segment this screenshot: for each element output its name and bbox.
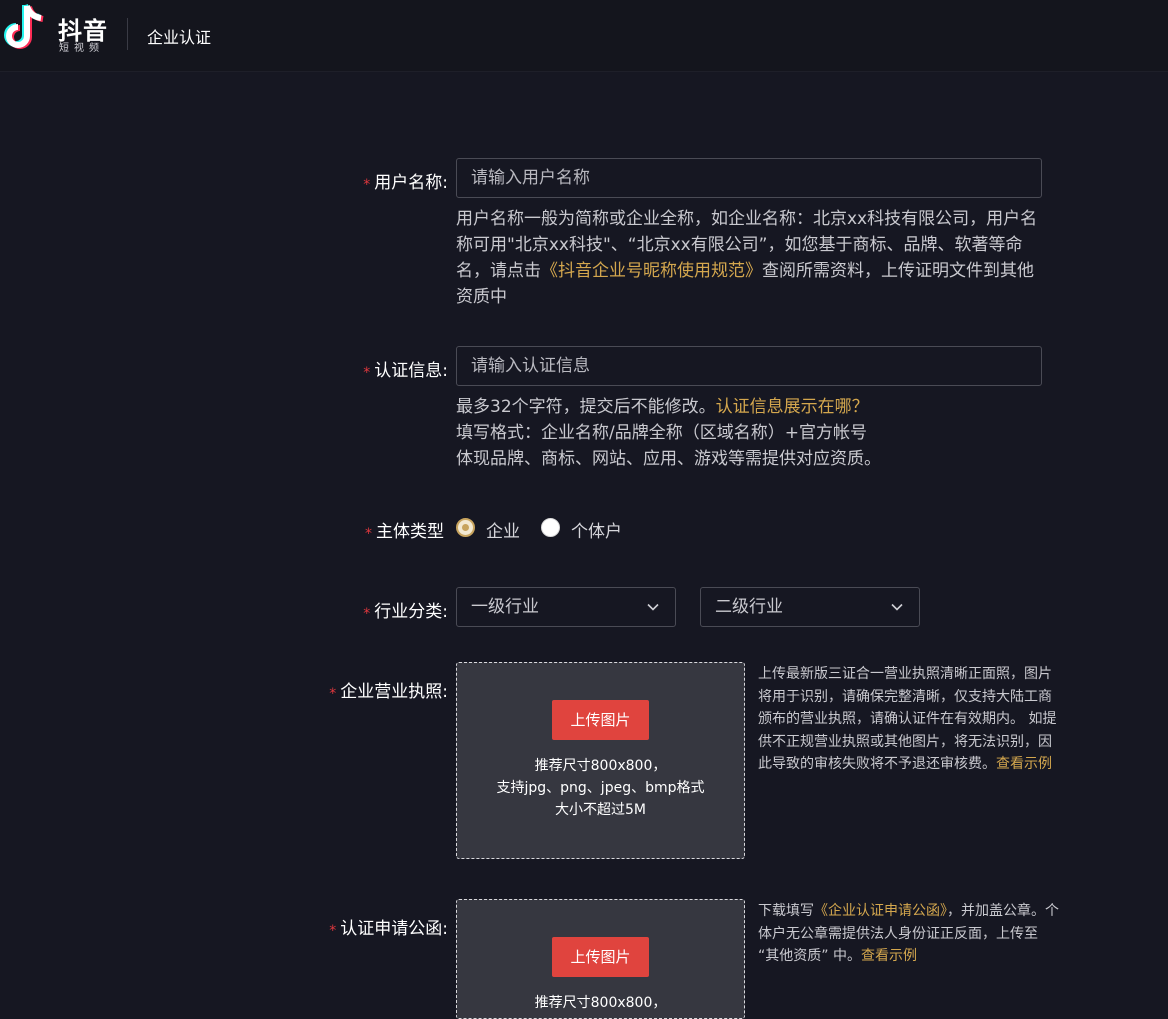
nickname-rules-link[interactable]: 《抖音企业号昵称使用规范》 [541, 261, 762, 281]
username-help: 用户名称一般为简称或企业全称，如企业名称：北京xx科技有限公司，用户名称可用"北… [456, 209, 1038, 307]
application-letter-help: 下载填写《企业认证申请公函》，并加盖公章。个体户无公章需提供法人身份证正反面，上… [758, 903, 1059, 964]
application-letter-upload-area[interactable]: 上传图片 推荐尺寸800x800， [456, 899, 745, 1019]
application-letter-label: * 认证申请公函: [329, 919, 448, 939]
application-letter-doc-link[interactable]: 《企业认证申请公函》 [814, 903, 947, 919]
upload-hint: 推荐尺寸800x800， 支持jpg、png、jpeg、bmp格式 大小不超过5… [496, 758, 705, 818]
business-license-upload-button[interactable]: 上传图片 [552, 700, 649, 740]
radio-enterprise-label[interactable]: 企业 [486, 517, 520, 542]
radio-enterprise[interactable] [456, 518, 475, 537]
subject-type-label: * 主体类型 [365, 522, 444, 542]
industry-level1-select[interactable]: 一级行业 [456, 587, 676, 627]
brand-subtitle: 短视频 [59, 43, 104, 54]
cert-info-display-link[interactable]: 认证信息展示在哪？ [716, 397, 869, 417]
industry-label: * 行业分类: [363, 602, 448, 622]
top-bar: 抖音 短视频 企业认证 [0, 0, 1168, 72]
header-divider [127, 18, 128, 50]
upload-hint: 推荐尺寸800x800， [534, 995, 667, 1011]
required-mark: * [329, 686, 337, 702]
business-license-label: * 企业营业执照: [329, 682, 448, 702]
view-example-link[interactable]: 查看示例 [996, 756, 1052, 772]
required-mark: * [363, 606, 371, 622]
view-example-link[interactable]: 查看示例 [861, 948, 917, 964]
application-letter-upload-button[interactable]: 上传图片 [552, 937, 649, 977]
username-label: * 用户名称: [363, 173, 448, 193]
chevron-down-icon [647, 603, 659, 611]
page-title: 企业认证 [147, 28, 212, 47]
required-mark: * [329, 923, 337, 939]
chevron-down-icon [891, 603, 903, 611]
username-input[interactable]: 请输入用户名称 [456, 158, 1042, 198]
cert-info-input[interactable]: 请输入认证信息 [456, 346, 1042, 386]
radio-individual[interactable] [541, 518, 560, 537]
business-license-help: 上传最新版三证合一营业执照清晰正面照，图片将用于识别，请确保完整清晰，仅支持大陆… [758, 666, 1057, 772]
douyin-logo-icon[interactable] [2, 2, 50, 56]
required-mark: * [365, 526, 372, 542]
business-license-upload-area[interactable]: 上传图片 推荐尺寸800x800， 支持jpg、png、jpeg、bmp格式 大… [456, 662, 745, 859]
radio-individual-label[interactable]: 个体户 [571, 517, 622, 542]
required-mark: * [363, 177, 371, 193]
industry-level2-select[interactable]: 二级行业 [700, 587, 920, 627]
required-mark: * [363, 365, 371, 381]
cert-info-help: 最多32个字符，提交后不能修改。认证信息展示在哪？ 填写格式：企业名称/品牌全称… [456, 397, 881, 469]
cert-info-label: * 认证信息: [363, 361, 448, 381]
